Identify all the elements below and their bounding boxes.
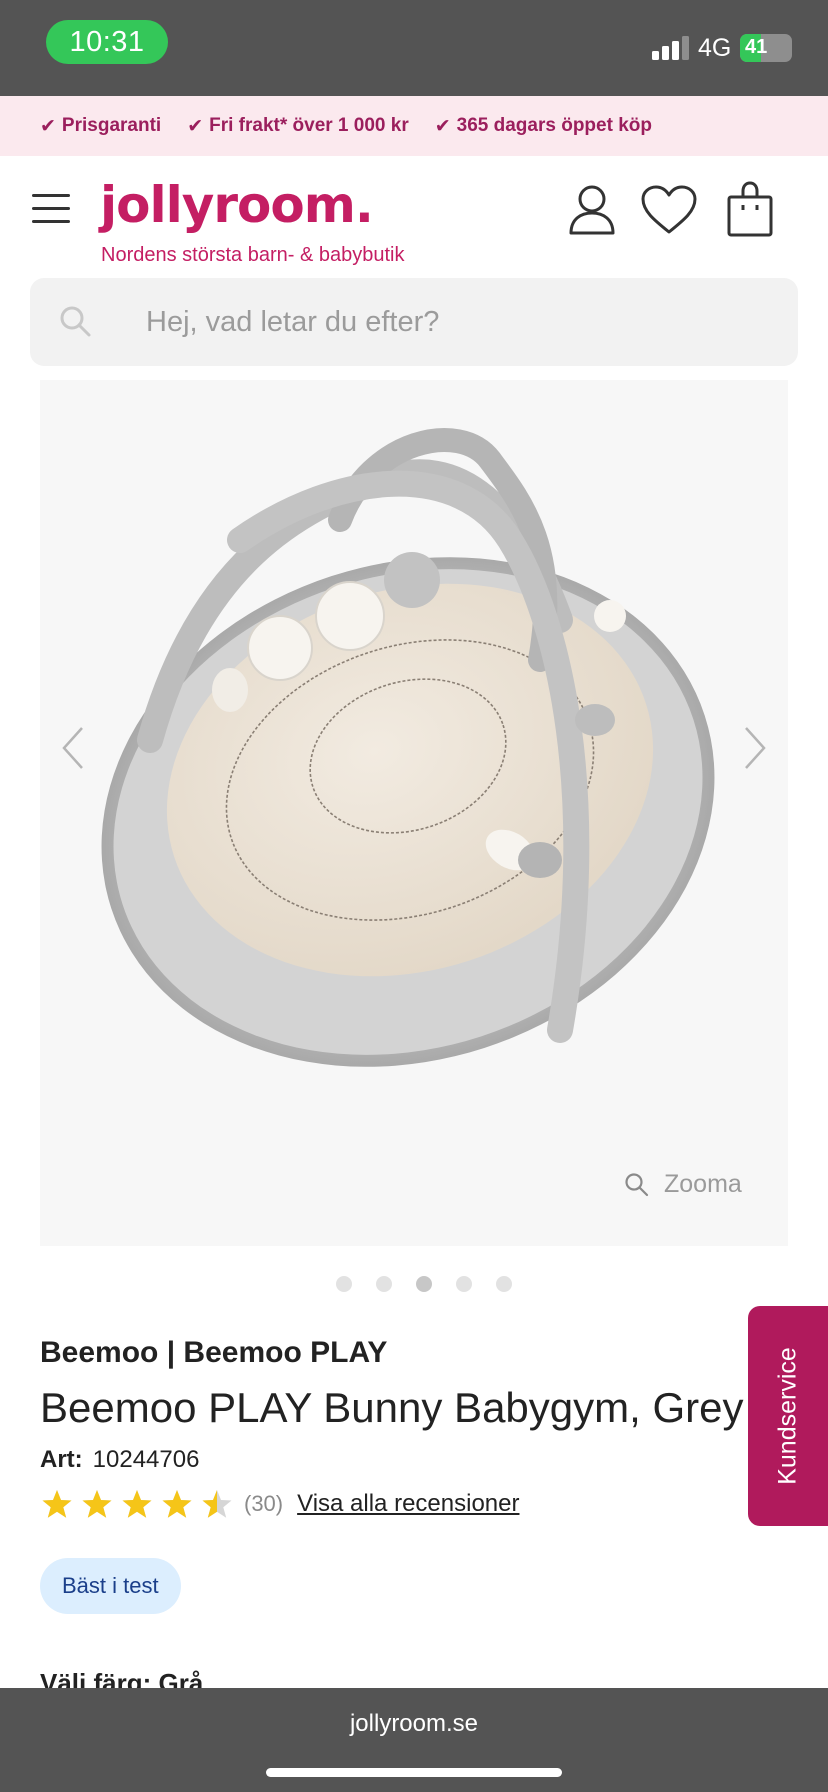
signal-icon <box>652 36 689 60</box>
heart-icon[interactable] <box>640 184 698 236</box>
product-image-babygym[interactable] <box>40 380 788 1246</box>
best-in-test-badge: Bäst i test <box>40 1558 181 1614</box>
promo-item-free-shipping[interactable]: ✔ Fri frakt* över 1 000 kr <box>187 115 409 138</box>
zoom-label: Zooma <box>664 1170 742 1198</box>
battery-icon: 41 <box>740 34 792 62</box>
promo-item-open-purchase[interactable]: ✔ 365 dagars öppet köp <box>435 115 652 138</box>
browser-url[interactable]: jollyroom.se <box>0 1710 828 1738</box>
search-input[interactable]: Hej, vad letar du efter? <box>30 278 798 366</box>
gallery-dot[interactable] <box>456 1276 472 1292</box>
battery-level: 41 <box>745 36 768 58</box>
star-icon <box>122 1490 152 1518</box>
gallery-dot[interactable] <box>496 1276 512 1292</box>
product-brand[interactable]: Beemoo | Beemoo PLAY <box>40 1336 387 1370</box>
product-title: Beemoo PLAY Bunny Babygym, Grey <box>40 1384 744 1431</box>
star-icon <box>162 1490 192 1518</box>
customer-service-label: Kundservice <box>773 1347 802 1485</box>
article-number-label: Art: <box>40 1446 83 1473</box>
article-number: Art: 10244706 <box>40 1446 199 1474</box>
tagline: Nordens största barn- & babybutik <box>101 244 405 266</box>
shopping-bag-icon[interactable] <box>726 180 774 238</box>
star-icon <box>202 1490 232 1518</box>
previous-image-arrow-icon[interactable] <box>60 725 86 771</box>
gallery-dot-active[interactable] <box>416 1276 432 1292</box>
gallery-dot[interactable] <box>336 1276 352 1292</box>
review-count: (30) <box>244 1491 284 1516</box>
star-icon <box>42 1490 72 1518</box>
home-indicator[interactable] <box>266 1768 562 1777</box>
promo-label: Prisgaranti <box>61 115 162 136</box>
rating-stars <box>40 1488 234 1520</box>
promo-item-prisgaranti[interactable]: ✔ Prisgaranti <box>40 115 161 138</box>
promo-label: 365 dagars öppet köp <box>456 115 652 136</box>
product-image-gallery[interactable]: Zooma <box>40 380 788 1246</box>
search-icon <box>60 306 91 337</box>
zoom-button[interactable]: Zooma <box>624 1170 742 1199</box>
search-placeholder: Hej, vad letar du efter? <box>146 306 440 338</box>
gallery-pagination <box>0 1276 828 1294</box>
product-rating[interactable]: (30) Visa alla recensioner <box>40 1486 519 1522</box>
menu-icon[interactable] <box>32 194 70 224</box>
promo-label: Fri frakt* över 1 000 kr <box>209 115 409 136</box>
status-bar: 10:31 4G 41 <box>0 0 828 96</box>
logo[interactable]: jollyroom. <box>100 176 374 234</box>
next-image-arrow-icon[interactable] <box>742 725 768 771</box>
promo-bar: ✔ Prisgaranti ✔ Fri frakt* över 1 000 kr… <box>0 96 828 156</box>
check-icon: ✔ <box>40 115 56 137</box>
customer-service-button[interactable]: Kundservice <box>748 1306 828 1526</box>
check-icon: ✔ <box>434 115 451 137</box>
star-icon <box>82 1490 112 1518</box>
site-header: jollyroom. Nordens största barn- & babyb… <box>0 156 828 274</box>
check-icon: ✔ <box>187 115 204 137</box>
network-type: 4G <box>698 34 732 62</box>
account-icon[interactable] <box>568 184 616 236</box>
zoom-icon <box>625 1172 649 1196</box>
gallery-dot[interactable] <box>376 1276 392 1292</box>
status-time: 10:31 <box>46 20 168 64</box>
browser-bottom-bar: jollyroom.se <box>0 1688 828 1792</box>
show-all-reviews-link[interactable]: Visa alla recensioner <box>297 1490 519 1518</box>
article-number-value: 10244706 <box>92 1446 200 1473</box>
